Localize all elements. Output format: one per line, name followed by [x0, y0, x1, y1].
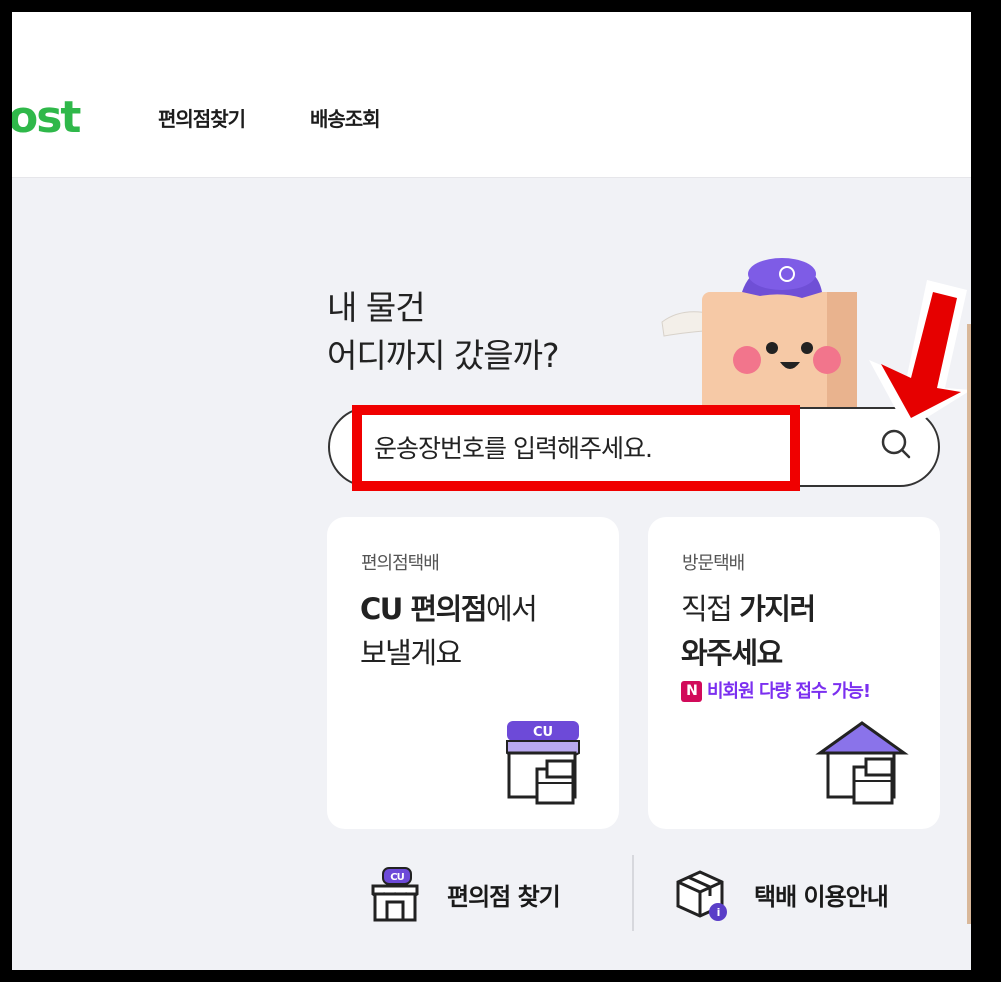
n-badge-icon: N [681, 681, 702, 702]
card-title-plain: 직접 [681, 592, 740, 626]
divider [632, 855, 634, 931]
card-title-rest: 에서 [485, 592, 538, 626]
card-cu-store-delivery[interactable]: 편의점택배 CU 편의점에서 보낼게요 CU [327, 517, 619, 829]
tracking-number-input[interactable]: 운송장번호를 입력해주세요. [352, 405, 800, 491]
page-frame: ost 편의점찾기 배송조회 내 물건 어디까지 갔을까? 운송장번호를 입력해… [12, 12, 971, 970]
card-title: 직접 가지러 와주세요 [681, 587, 816, 675]
card-title-bold: CU 편의점 [360, 592, 487, 626]
hero-headline: 내 물건 어디까지 갔을까? [327, 284, 560, 380]
badge-text: 비회원 다량 접수 가능! [707, 681, 871, 702]
card-visit-pickup[interactable]: 방문택배 직접 가지러 와주세요 N 비회원 다량 접수 가능! [648, 517, 940, 829]
annotation-arrow-icon [869, 280, 971, 430]
box-info-icon: i [676, 870, 727, 921]
find-store-label: 편의점 찾기 [447, 882, 561, 911]
header-bar: ost 편의점찾기 배송조회 [12, 12, 971, 178]
card-title: CU 편의점에서 보낼게요 [360, 587, 538, 675]
non-member-badge: N 비회원 다량 접수 가능! [681, 677, 871, 703]
cu-store-icon: CU [506, 721, 580, 805]
hero-line-1: 내 물건 [327, 288, 426, 327]
find-store-link[interactable]: CU 편의점 찾기 [367, 864, 561, 924]
card-title-line2: 보낼게요 [360, 636, 462, 670]
store-icon: CU [371, 867, 419, 922]
store-icon-label: CU [390, 872, 404, 883]
delivery-guide-link[interactable]: i 택배 이용안내 [674, 864, 889, 924]
nav-track-delivery[interactable]: 배송조회 [310, 103, 381, 132]
delivery-guide-label: 택배 이용안내 [754, 882, 889, 911]
hero-line-2: 어디까지 갔을까? [327, 336, 560, 375]
adjacent-panel-edge [967, 324, 971, 924]
nav-find-store[interactable]: 편의점찾기 [158, 103, 246, 132]
house-parcel-icon [815, 721, 909, 805]
logo[interactable]: ost [12, 92, 81, 143]
card-subtitle: 편의점택배 [361, 553, 440, 574]
card-subtitle: 방문택배 [682, 553, 745, 574]
card-title-line2: 와주세요 [681, 636, 783, 670]
card-title-bold: 가지러 [739, 592, 816, 626]
box-info-icon-label: i [717, 906, 720, 919]
cu-store-icon-label: CU [533, 725, 553, 740]
